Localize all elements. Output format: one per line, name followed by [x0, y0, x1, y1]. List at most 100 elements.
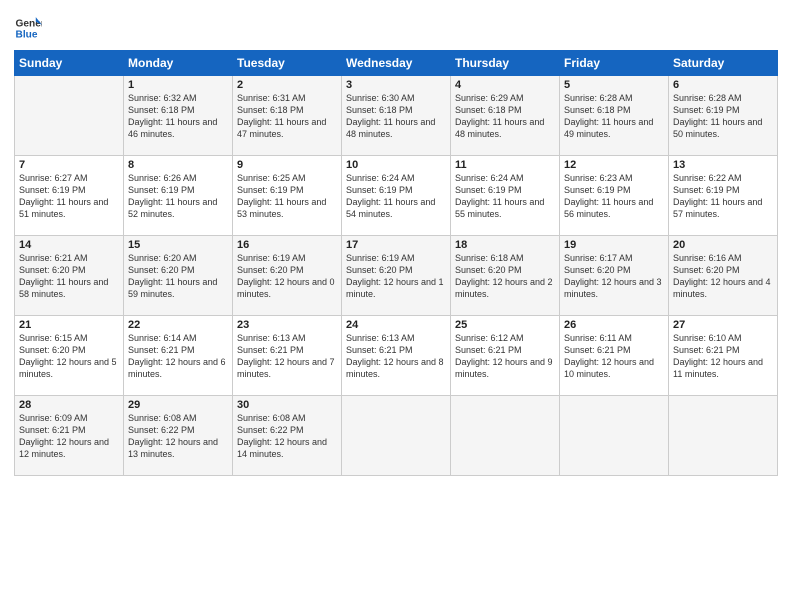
day-number: 14 [19, 239, 119, 251]
day-info: Sunrise: 6:13 AMSunset: 6:21 PMDaylight:… [346, 332, 446, 381]
day-number: 23 [237, 319, 337, 331]
calendar-cell: 7Sunrise: 6:27 AMSunset: 6:19 PMDaylight… [15, 156, 124, 236]
calendar-week-row: 7Sunrise: 6:27 AMSunset: 6:19 PMDaylight… [15, 156, 778, 236]
weekday-header-tuesday: Tuesday [233, 51, 342, 76]
day-number: 2 [237, 79, 337, 91]
calendar-cell: 17Sunrise: 6:19 AMSunset: 6:20 PMDayligh… [342, 236, 451, 316]
calendar-cell: 1Sunrise: 6:32 AMSunset: 6:18 PMDaylight… [124, 76, 233, 156]
day-info: Sunrise: 6:18 AMSunset: 6:20 PMDaylight:… [455, 252, 555, 301]
day-info: Sunrise: 6:08 AMSunset: 6:22 PMDaylight:… [237, 412, 337, 461]
calendar-cell: 25Sunrise: 6:12 AMSunset: 6:21 PMDayligh… [451, 316, 560, 396]
day-number: 9 [237, 159, 337, 171]
day-number: 18 [455, 239, 555, 251]
header: General Blue [14, 10, 778, 42]
logo: General Blue [14, 14, 42, 42]
day-info: Sunrise: 6:28 AMSunset: 6:19 PMDaylight:… [673, 92, 773, 141]
day-number: 15 [128, 239, 228, 251]
calendar-cell [15, 76, 124, 156]
day-number: 27 [673, 319, 773, 331]
weekday-header-saturday: Saturday [669, 51, 778, 76]
day-number: 10 [346, 159, 446, 171]
calendar-cell [451, 396, 560, 476]
calendar-cell: 5Sunrise: 6:28 AMSunset: 6:18 PMDaylight… [560, 76, 669, 156]
day-info: Sunrise: 6:31 AMSunset: 6:18 PMDaylight:… [237, 92, 337, 141]
day-info: Sunrise: 6:25 AMSunset: 6:19 PMDaylight:… [237, 172, 337, 221]
day-number: 19 [564, 239, 664, 251]
day-number: 24 [346, 319, 446, 331]
day-info: Sunrise: 6:19 AMSunset: 6:20 PMDaylight:… [346, 252, 446, 301]
calendar-cell: 22Sunrise: 6:14 AMSunset: 6:21 PMDayligh… [124, 316, 233, 396]
day-number: 1 [128, 79, 228, 91]
calendar-cell: 10Sunrise: 6:24 AMSunset: 6:19 PMDayligh… [342, 156, 451, 236]
day-info: Sunrise: 6:27 AMSunset: 6:19 PMDaylight:… [19, 172, 119, 221]
calendar-cell: 12Sunrise: 6:23 AMSunset: 6:19 PMDayligh… [560, 156, 669, 236]
page-container: General Blue SundayMondayTuesdayWednesda… [0, 0, 792, 486]
calendar-cell: 23Sunrise: 6:13 AMSunset: 6:21 PMDayligh… [233, 316, 342, 396]
calendar-cell: 2Sunrise: 6:31 AMSunset: 6:18 PMDaylight… [233, 76, 342, 156]
day-number: 30 [237, 399, 337, 411]
calendar-cell: 21Sunrise: 6:15 AMSunset: 6:20 PMDayligh… [15, 316, 124, 396]
day-number: 20 [673, 239, 773, 251]
day-number: 12 [564, 159, 664, 171]
day-number: 8 [128, 159, 228, 171]
day-info: Sunrise: 6:15 AMSunset: 6:20 PMDaylight:… [19, 332, 119, 381]
day-number: 11 [455, 159, 555, 171]
calendar-cell: 19Sunrise: 6:17 AMSunset: 6:20 PMDayligh… [560, 236, 669, 316]
calendar-cell [669, 396, 778, 476]
calendar-week-row: 21Sunrise: 6:15 AMSunset: 6:20 PMDayligh… [15, 316, 778, 396]
calendar-cell: 6Sunrise: 6:28 AMSunset: 6:19 PMDaylight… [669, 76, 778, 156]
calendar-week-row: 14Sunrise: 6:21 AMSunset: 6:20 PMDayligh… [15, 236, 778, 316]
day-number: 22 [128, 319, 228, 331]
logo-icon: General Blue [14, 14, 42, 42]
calendar-cell [342, 396, 451, 476]
calendar-cell: 28Sunrise: 6:09 AMSunset: 6:21 PMDayligh… [15, 396, 124, 476]
calendar-cell: 4Sunrise: 6:29 AMSunset: 6:18 PMDaylight… [451, 76, 560, 156]
day-number: 4 [455, 79, 555, 91]
calendar-cell: 30Sunrise: 6:08 AMSunset: 6:22 PMDayligh… [233, 396, 342, 476]
day-number: 5 [564, 79, 664, 91]
calendar-cell: 14Sunrise: 6:21 AMSunset: 6:20 PMDayligh… [15, 236, 124, 316]
svg-text:Blue: Blue [16, 29, 38, 40]
day-number: 28 [19, 399, 119, 411]
day-info: Sunrise: 6:23 AMSunset: 6:19 PMDaylight:… [564, 172, 664, 221]
calendar-cell: 27Sunrise: 6:10 AMSunset: 6:21 PMDayligh… [669, 316, 778, 396]
calendar-cell: 11Sunrise: 6:24 AMSunset: 6:19 PMDayligh… [451, 156, 560, 236]
day-number: 21 [19, 319, 119, 331]
day-info: Sunrise: 6:29 AMSunset: 6:18 PMDaylight:… [455, 92, 555, 141]
day-info: Sunrise: 6:22 AMSunset: 6:19 PMDaylight:… [673, 172, 773, 221]
weekday-header-friday: Friday [560, 51, 669, 76]
calendar-cell: 26Sunrise: 6:11 AMSunset: 6:21 PMDayligh… [560, 316, 669, 396]
day-number: 7 [19, 159, 119, 171]
day-number: 29 [128, 399, 228, 411]
calendar-cell [560, 396, 669, 476]
day-info: Sunrise: 6:28 AMSunset: 6:18 PMDaylight:… [564, 92, 664, 141]
calendar-cell: 18Sunrise: 6:18 AMSunset: 6:20 PMDayligh… [451, 236, 560, 316]
day-info: Sunrise: 6:24 AMSunset: 6:19 PMDaylight:… [346, 172, 446, 221]
day-number: 13 [673, 159, 773, 171]
day-info: Sunrise: 6:13 AMSunset: 6:21 PMDaylight:… [237, 332, 337, 381]
calendar-table: SundayMondayTuesdayWednesdayThursdayFrid… [14, 50, 778, 476]
day-info: Sunrise: 6:16 AMSunset: 6:20 PMDaylight:… [673, 252, 773, 301]
day-info: Sunrise: 6:17 AMSunset: 6:20 PMDaylight:… [564, 252, 664, 301]
calendar-week-row: 28Sunrise: 6:09 AMSunset: 6:21 PMDayligh… [15, 396, 778, 476]
day-info: Sunrise: 6:09 AMSunset: 6:21 PMDaylight:… [19, 412, 119, 461]
calendar-cell: 16Sunrise: 6:19 AMSunset: 6:20 PMDayligh… [233, 236, 342, 316]
day-info: Sunrise: 6:20 AMSunset: 6:20 PMDaylight:… [128, 252, 228, 301]
day-number: 17 [346, 239, 446, 251]
day-info: Sunrise: 6:08 AMSunset: 6:22 PMDaylight:… [128, 412, 228, 461]
day-info: Sunrise: 6:11 AMSunset: 6:21 PMDaylight:… [564, 332, 664, 381]
day-number: 25 [455, 319, 555, 331]
calendar-cell: 9Sunrise: 6:25 AMSunset: 6:19 PMDaylight… [233, 156, 342, 236]
weekday-header-thursday: Thursday [451, 51, 560, 76]
calendar-cell: 20Sunrise: 6:16 AMSunset: 6:20 PMDayligh… [669, 236, 778, 316]
day-info: Sunrise: 6:30 AMSunset: 6:18 PMDaylight:… [346, 92, 446, 141]
calendar-cell: 15Sunrise: 6:20 AMSunset: 6:20 PMDayligh… [124, 236, 233, 316]
weekday-header-monday: Monday [124, 51, 233, 76]
calendar-cell: 8Sunrise: 6:26 AMSunset: 6:19 PMDaylight… [124, 156, 233, 236]
day-info: Sunrise: 6:14 AMSunset: 6:21 PMDaylight:… [128, 332, 228, 381]
day-number: 26 [564, 319, 664, 331]
day-info: Sunrise: 6:24 AMSunset: 6:19 PMDaylight:… [455, 172, 555, 221]
calendar-cell: 13Sunrise: 6:22 AMSunset: 6:19 PMDayligh… [669, 156, 778, 236]
day-info: Sunrise: 6:10 AMSunset: 6:21 PMDaylight:… [673, 332, 773, 381]
calendar-cell: 29Sunrise: 6:08 AMSunset: 6:22 PMDayligh… [124, 396, 233, 476]
